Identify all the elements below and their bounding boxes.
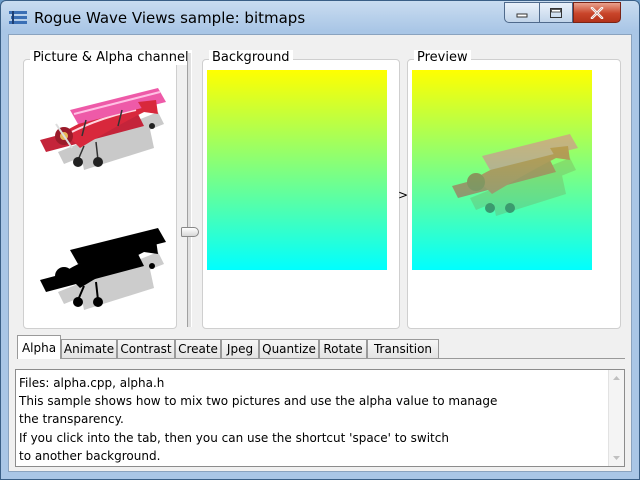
- description-line: Files: alpha.cpp, alpha.h: [19, 376, 165, 390]
- maximize-icon: [550, 7, 562, 18]
- preview-biplane: [452, 134, 578, 216]
- preview-label: Preview: [414, 50, 471, 65]
- background-gradient[interactable]: [207, 70, 387, 270]
- biplane-picture: [40, 88, 166, 170]
- tab-jpeg[interactable]: Jpeg: [221, 339, 259, 358]
- vertical-splitter[interactable]: [187, 53, 192, 327]
- close-icon: [590, 6, 604, 19]
- close-button[interactable]: [573, 2, 621, 23]
- tab-alpha[interactable]: Alpha: [17, 335, 61, 359]
- background-label: Background: [209, 50, 293, 65]
- tab-quantize[interactable]: Quantize: [259, 339, 319, 358]
- tab-contrast[interactable]: Contrast: [117, 339, 175, 358]
- app-window: Rogue Wave Views sample: bitmaps Picture…: [0, 0, 640, 480]
- minimize-icon: [516, 13, 528, 17]
- background-group: Background: [202, 50, 400, 329]
- alpha-silhouette: [40, 228, 166, 310]
- description-line: This sample shows how to mix two picture…: [19, 394, 498, 409]
- tab-transition[interactable]: Transition: [367, 339, 439, 358]
- minimize-button[interactable]: [504, 2, 540, 23]
- maximize-button[interactable]: [539, 2, 573, 23]
- window-title: Rogue Wave Views sample: bitmaps: [34, 9, 306, 27]
- description-line: If you click into the tab, then you can …: [19, 430, 449, 445]
- tab-rotate[interactable]: Rotate: [319, 339, 367, 358]
- tab-strip-line: [17, 358, 625, 359]
- title-bar[interactable]: Rogue Wave Views sample: bitmaps: [1, 1, 639, 35]
- vertical-scrollbar[interactable]: [608, 370, 624, 466]
- picture-alpha-label: Picture & Alpha channel: [30, 50, 192, 65]
- splitter-handle[interactable]: [181, 227, 199, 237]
- client-area: Picture & Alpha channel Background > Pre…: [8, 34, 632, 472]
- scroll-up-arrow-icon[interactable]: [609, 372, 624, 384]
- picture-alpha-group: Picture & Alpha channel: [23, 50, 192, 329]
- scroll-down-arrow-icon[interactable]: [609, 452, 624, 464]
- tab-animate[interactable]: Animate: [61, 339, 117, 358]
- description-textarea[interactable]: Files: alpha.cpp, alpha.h This sample sh…: [15, 369, 625, 467]
- app-icon: [9, 11, 27, 24]
- preview-canvas[interactable]: [412, 70, 592, 270]
- description-line: the transparency.: [19, 412, 124, 427]
- description-text: Files: alpha.cpp, alpha.h This sample sh…: [19, 374, 497, 465]
- tab-create[interactable]: Create: [175, 339, 221, 358]
- preview-group: Preview: [407, 50, 621, 329]
- description-line: to another background.: [19, 448, 161, 463]
